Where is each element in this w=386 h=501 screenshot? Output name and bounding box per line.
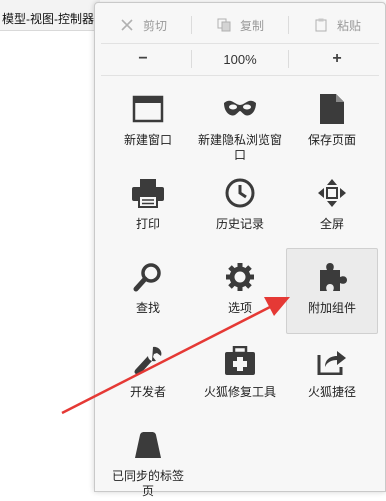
options-label: 选项 [227, 301, 252, 315]
search-magnifier-icon [128, 257, 168, 297]
puzzle-piece-icon [312, 257, 352, 297]
new-private-window-label: 新建隐私浏览窗口 [197, 133, 282, 162]
scissors-icon [119, 17, 135, 33]
history-button[interactable]: 历史记录 [195, 165, 285, 249]
paste-label: 粘贴 [336, 18, 361, 33]
addons-button[interactable]: 附加组件 [286, 248, 378, 334]
synced-tabs-button[interactable]: 已同步的标签页 [103, 417, 193, 501]
find-label: 查找 [135, 301, 160, 315]
wrench-icon [128, 341, 168, 381]
addons-label: 附加组件 [307, 301, 356, 315]
gear-icon [220, 257, 260, 297]
print-label: 打印 [135, 217, 160, 231]
synced-tabs-icon [128, 425, 168, 465]
new-private-window-button[interactable]: 新建隐私浏览窗口 [195, 81, 285, 165]
zoom-in-button[interactable]: + [289, 50, 385, 68]
history-label: 历史记录 [215, 217, 264, 231]
find-button[interactable]: 查找 [103, 249, 193, 333]
save-page-label: 保存页面 [307, 133, 356, 147]
developer-button[interactable]: 开发者 [103, 333, 193, 417]
save-page-icon [312, 89, 352, 129]
cut-button[interactable]: 剪切 [95, 11, 191, 39]
print-button[interactable]: 打印 [103, 165, 193, 249]
edit-controls: 剪切 复制 粘贴 [95, 9, 385, 41]
developer-label: 开发者 [129, 385, 166, 399]
new-window-icon [128, 89, 168, 129]
copy-icon [216, 17, 232, 33]
copy-label: 复制 [239, 18, 264, 33]
firefox-shortcut-button[interactable]: 火狐捷径 [287, 333, 377, 417]
background-page [0, 31, 95, 490]
fullscreen-icon [312, 173, 352, 213]
separator [101, 75, 379, 76]
synced-tabs-label: 已同步的标签页 [111, 469, 184, 498]
repair-tool-label: 火狐修复工具 [203, 385, 276, 399]
share-arrow-icon [312, 341, 352, 381]
save-page-button[interactable]: 保存页面 [287, 81, 377, 165]
separator [101, 43, 379, 44]
cut-label: 剪切 [142, 18, 167, 33]
zoom-reset-button[interactable]: 100% [192, 52, 288, 67]
clipboard-icon [313, 17, 329, 33]
firefox-menu-panel: 剪切 复制 粘贴 − 100% + 新建窗口 新建隐私浏览窗口 保存页面 打印 … [94, 2, 386, 498]
paste-button[interactable]: 粘贴 [289, 11, 385, 39]
copy-button[interactable]: 复制 [192, 11, 288, 39]
new-window-button[interactable]: 新建窗口 [103, 81, 193, 165]
options-button[interactable]: 选项 [195, 249, 285, 333]
new-window-label: 新建窗口 [123, 133, 172, 147]
repair-tool-button[interactable]: 火狐修复工具 [195, 333, 285, 417]
background-tab-bar: 模型-视图-控制器 [0, 0, 100, 31]
fullscreen-label: 全屏 [319, 217, 344, 231]
history-clock-icon [220, 173, 260, 213]
fullscreen-button[interactable]: 全屏 [287, 165, 377, 249]
printer-icon [128, 173, 168, 213]
firefox-shortcut-label: 火狐捷径 [307, 385, 356, 399]
zoom-out-button[interactable]: − [95, 50, 191, 68]
private-mask-icon [220, 89, 260, 129]
background-window-title: 模型-视图-控制器 [2, 12, 94, 26]
repair-kit-icon [220, 341, 260, 381]
zoom-controls: − 100% + [95, 45, 385, 73]
